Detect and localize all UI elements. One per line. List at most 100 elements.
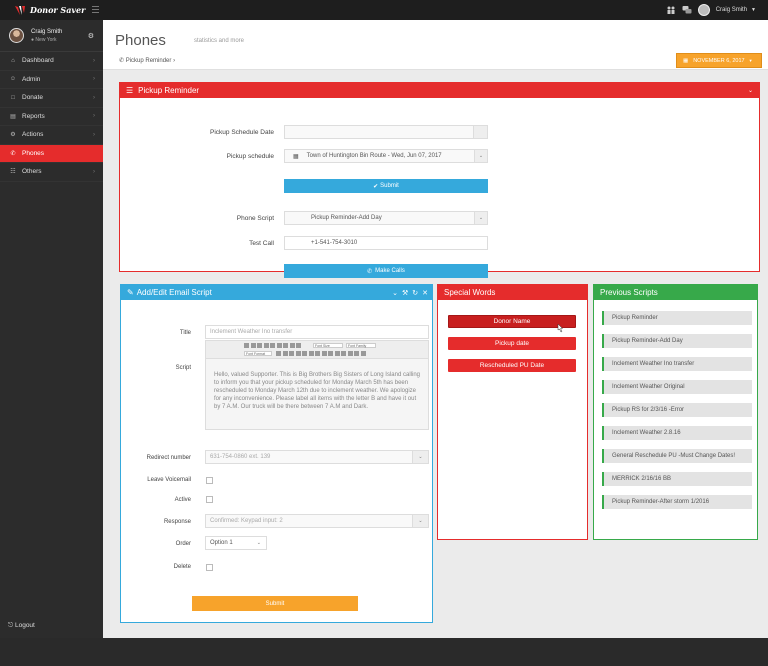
menu-toggle-icon[interactable]: [92, 6, 99, 13]
bookmark-icon: □: [11, 94, 15, 101]
pickup-reminder-panel: ☰ Pickup Reminder ⌄ Pickup Schedule Date…: [119, 82, 760, 278]
header-avatar[interactable]: [697, 4, 710, 16]
pencil-icon: ✎: [127, 288, 134, 297]
logout-icon: ⎋: [8, 622, 14, 629]
special-word-pickup-date[interactable]: Pickup date: [448, 337, 576, 350]
gear-icon[interactable]: ⚙: [88, 32, 94, 40]
sidebar-menu: ⌂ Dashboard › ☺ Admin › □ Donate › ▤ Reports › ⚙…: [0, 52, 103, 182]
calendar-icon[interactable]: [473, 126, 487, 138]
align-right-icon[interactable]: [283, 343, 288, 348]
underline-icon[interactable]: [257, 343, 262, 348]
sidebar-item-donate[interactable]: □ Donate ›: [0, 89, 103, 108]
chevron-right-icon: ›: [93, 76, 95, 83]
redo-icon[interactable]: [315, 351, 320, 356]
pickup-reminder-header: ☰ Pickup Reminder ⌄: [120, 83, 759, 98]
fullscreen-icon[interactable]: [360, 351, 366, 356]
check-icon: ✔: [373, 183, 379, 190]
title-input[interactable]: Inclement Weather Ino transfer: [205, 325, 429, 339]
italic-icon[interactable]: [250, 343, 256, 348]
color-icon[interactable]: [354, 351, 359, 356]
sidebar-item-actions[interactable]: ⚙ Actions ›: [0, 126, 103, 145]
chat-icon[interactable]: [682, 5, 692, 15]
phone-script-select[interactable]: Pickup Reminder-Add Day ⌄: [284, 211, 488, 225]
people-icon[interactable]: [666, 5, 676, 15]
script-item[interactable]: Pickup Reminder-Add Day: [602, 334, 752, 348]
cut-icon[interactable]: [276, 351, 281, 356]
indent-icon[interactable]: [328, 351, 333, 356]
submit-button[interactable]: ✔ Submit: [284, 179, 488, 193]
outdent-icon[interactable]: [334, 351, 340, 356]
collapse-chevron-icon[interactable]: ⌄: [392, 289, 398, 297]
script-item[interactable]: General Reschedule PU -Must Change Dates…: [602, 449, 752, 463]
voicemail-checkbox[interactable]: [206, 477, 213, 484]
redirect-select[interactable]: 631-754-0860 ext. 139 ⌄: [205, 450, 429, 464]
make-calls-button[interactable]: ✆ Make Calls: [284, 264, 488, 278]
link-icon[interactable]: [295, 351, 301, 356]
script-item[interactable]: Pickup Reminder-After storm 1/2016: [602, 495, 752, 509]
email-submit-button[interactable]: Submit: [192, 596, 358, 611]
wrench-icon[interactable]: ⚒: [402, 289, 408, 297]
script-item[interactable]: MERRICK 2/16/16 BB: [602, 472, 752, 486]
chevron-down-icon: ⌄: [256, 540, 261, 546]
sidebar-item-dashboard[interactable]: ⌂ Dashboard ›: [0, 52, 103, 71]
sidebar-item-reports[interactable]: ▤ Reports ›: [0, 108, 103, 126]
sidebar-item-phones[interactable]: ✆ Phones: [0, 144, 103, 163]
redirect-label: Redirect number: [146, 455, 191, 461]
schedule-select[interactable]: ▦ Town of Huntington Bin Route - Wed, Jun…: [284, 149, 488, 163]
script-item[interactable]: Pickup RS for 2/3/16 -Error: [602, 403, 752, 417]
style-icon[interactable]: [296, 343, 301, 348]
code-icon[interactable]: [341, 351, 346, 356]
refresh-icon[interactable]: ↻: [412, 289, 418, 297]
header-user-name[interactable]: Craig Smith: [716, 7, 747, 13]
calendar-icon: ▦: [683, 57, 689, 64]
undo-icon[interactable]: [308, 351, 314, 356]
top-bar: Donor Saver Craig Smith ▼: [0, 0, 768, 20]
delete-checkbox[interactable]: [206, 564, 213, 571]
app-logo[interactable]: Donor Saver: [14, 3, 85, 17]
logout-link[interactable]: ⎋ Logout: [8, 622, 35, 630]
paste-icon[interactable]: [289, 351, 294, 356]
font-size-select[interactable]: Font Size: [313, 343, 343, 348]
copy-icon[interactable]: [282, 351, 288, 356]
script-body[interactable]: Hello, valued Supporter. This is Big Bro…: [206, 359, 428, 431]
align-center-icon[interactable]: [276, 343, 282, 348]
bold-icon[interactable]: [244, 343, 249, 348]
active-checkbox[interactable]: [206, 496, 213, 503]
format-select[interactable]: Font Format: [244, 351, 272, 356]
script-item[interactable]: Inclement Weather Original: [602, 380, 752, 394]
chevron-down-icon[interactable]: ▼: [751, 7, 756, 13]
image-icon[interactable]: [302, 351, 307, 356]
app-name: Donor Saver: [30, 5, 86, 15]
order-select[interactable]: Option 1 ⌄: [205, 536, 267, 550]
script-editor[interactable]: Font Size Font Family Font Format Hello,…: [205, 340, 429, 430]
collapse-chevron-icon[interactable]: ⌄: [748, 87, 753, 94]
bottom-bar: [0, 638, 768, 666]
align-left-icon[interactable]: [270, 343, 275, 348]
script-item[interactable]: Pickup Reminder: [602, 311, 752, 325]
sidebar-item-admin[interactable]: ☺ Admin ›: [0, 71, 103, 89]
chevron-right-icon: ›: [93, 131, 95, 138]
file-icon: ▤: [10, 113, 16, 120]
special-word-rescheduled-date[interactable]: Rescheduled PU Date: [448, 359, 576, 372]
list-icon[interactable]: [321, 351, 327, 356]
phone-script-label: Phone Script: [236, 215, 274, 222]
strike-icon[interactable]: [263, 343, 269, 348]
delete-label: Delete: [173, 564, 191, 570]
align-justify-icon[interactable]: [289, 343, 295, 348]
schedule-date-input[interactable]: [284, 125, 488, 139]
page-subtitle: statistics and more: [194, 38, 245, 44]
close-icon[interactable]: ✕: [422, 289, 428, 297]
chevron-down-icon: ⌄: [412, 451, 428, 463]
table-icon[interactable]: [347, 351, 353, 356]
script-item[interactable]: Inclement Weather 2.8.16: [602, 426, 752, 440]
response-select[interactable]: Confirmed: Keypad input: 2 ⌄: [205, 514, 429, 528]
sidebar-item-others[interactable]: ☷ Others ›: [0, 163, 103, 182]
script-item[interactable]: Inclement Weather Ino transfer: [602, 357, 752, 371]
page-header: Phones statistics and more ✆ Pickup Remi…: [103, 20, 768, 70]
date-range-button[interactable]: ▦ NOVEMBER 6, 2017 ▼: [676, 53, 762, 68]
breadcrumb[interactable]: ✆ Pickup Reminder ›: [119, 57, 175, 64]
avatar: [9, 28, 24, 43]
special-words-panel: Special Words Donor Name Pickup date Res…: [437, 284, 588, 540]
test-call-input[interactable]: +1-541-754-3010: [284, 236, 488, 250]
font-family-select[interactable]: Font Family: [346, 343, 376, 348]
